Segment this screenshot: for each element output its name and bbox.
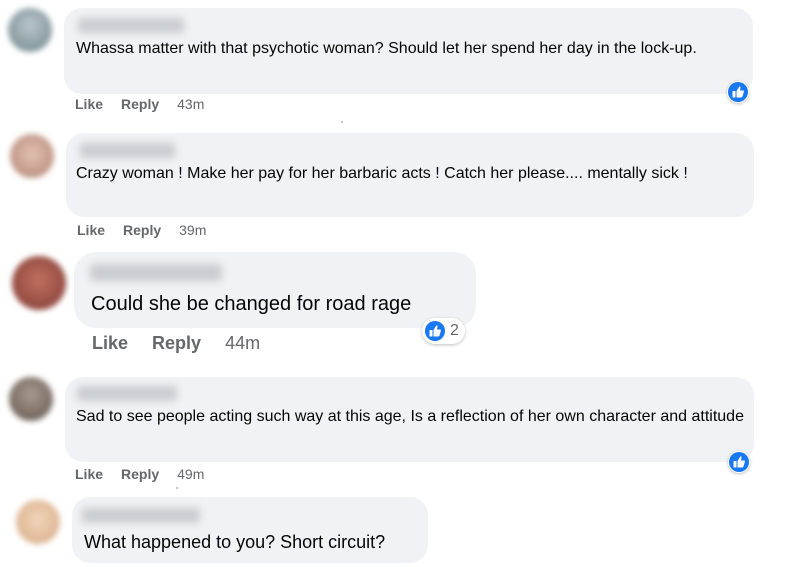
avatar[interactable] xyxy=(16,500,60,544)
like-link[interactable]: Like xyxy=(77,222,105,238)
timestamp[interactable]: 49m xyxy=(177,466,204,482)
reply-link[interactable]: Reply xyxy=(123,222,161,238)
commenter-name[interactable] xyxy=(78,18,184,33)
comment-actions: Like Reply 43m xyxy=(75,96,204,112)
like-thumb-icon xyxy=(729,452,749,472)
commenter-name[interactable] xyxy=(90,264,222,281)
like-reaction-badge[interactable] xyxy=(727,81,749,103)
comment-text: Could she be changed for road rage xyxy=(91,293,412,315)
timestamp[interactable]: 44m xyxy=(225,333,260,354)
like-link[interactable]: Like xyxy=(75,96,103,112)
timestamp[interactable]: 39m xyxy=(179,222,206,238)
like-reaction-badge[interactable] xyxy=(728,451,750,473)
avatar[interactable] xyxy=(9,377,53,421)
avatar[interactable] xyxy=(8,8,52,52)
commenter-name[interactable] xyxy=(82,508,200,523)
divider-dot xyxy=(341,121,343,123)
reply-link[interactable]: Reply xyxy=(121,96,159,112)
comment-text: What happened to you? Short circuit? xyxy=(84,532,386,552)
comment-text: Whassa matter with that psychotic woman?… xyxy=(76,40,697,57)
like-thumb-icon xyxy=(728,82,748,102)
comment-bubble: Whassa matter with that psychotic woman?… xyxy=(64,8,753,94)
comment-actions: Like Reply 44m xyxy=(92,333,260,354)
reaction-count: 2 xyxy=(450,322,459,339)
like-link[interactable]: Like xyxy=(92,333,128,354)
comment-bubble: Crazy woman ! Make her pay for her barba… xyxy=(66,133,754,217)
reaction-summary[interactable]: 2 xyxy=(422,318,465,344)
like-thumb-icon xyxy=(425,321,445,341)
timestamp[interactable]: 43m xyxy=(177,96,204,112)
comment-text: Crazy woman ! Make her pay for her barba… xyxy=(76,165,688,182)
divider-dot xyxy=(176,487,178,489)
comment-bubble: Could she be changed for road rage xyxy=(74,252,476,328)
commenter-name[interactable] xyxy=(77,386,177,401)
avatar[interactable] xyxy=(12,256,66,310)
avatar[interactable] xyxy=(10,134,54,178)
reply-link[interactable]: Reply xyxy=(121,466,159,482)
comment-bubble: What happened to you? Short circuit? xyxy=(72,497,428,563)
comment-actions: Like Reply 49m xyxy=(75,466,204,482)
like-link[interactable]: Like xyxy=(75,466,103,482)
comment-text: Sad to see people acting such way at thi… xyxy=(76,408,744,425)
commenter-name[interactable] xyxy=(80,143,175,158)
comment-bubble: Sad to see people acting such way at thi… xyxy=(65,377,754,462)
reply-link[interactable]: Reply xyxy=(152,333,201,354)
comment-actions: Like Reply 39m xyxy=(77,222,206,238)
